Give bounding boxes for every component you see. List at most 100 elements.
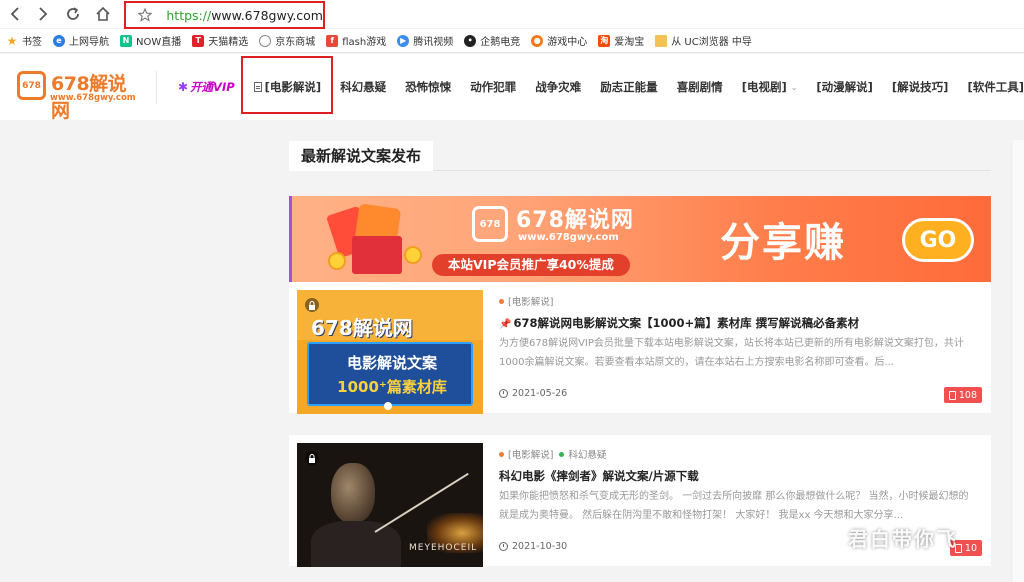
menu-item-war[interactable]: 战争灾难 [535,79,581,95]
bookmark-item[interactable]: 淘 爱淘宝 [598,33,644,48]
lock-icon [305,451,319,465]
category-dot-icon [559,451,565,457]
clock-icon [499,542,508,551]
reload-button[interactable] [62,3,84,25]
forward-button[interactable] [32,3,54,25]
menu-item-action[interactable]: 动作犯罪 [470,79,516,95]
post-count-text: 108 [958,389,977,401]
logo-subtitle: www.678gwy.com [50,93,136,103]
menu-item-tv[interactable]: [电视剧] ⌄ [742,79,798,95]
bookmark-label: 上网导航 [69,37,109,48]
sparkle-icon: ✱ [178,80,189,94]
chevron-left-icon [10,7,19,21]
browser-toolbar: https://www.678gwy.com [0,0,1024,29]
post-count-badge: 108 [943,387,982,403]
banner-go-button[interactable]: GO [902,218,974,262]
thumbnail-line: 电影解说文案 [346,354,437,372]
category-label[interactable]: [电影解说] [508,447,553,461]
bookmark-item[interactable]: ▶ 腾讯视频 [397,33,453,48]
thumbnail-panel: 电影解说文案 1000⁺篇素材库 [307,342,473,406]
bookmark-item[interactable]: T 天猫精选 [192,33,248,48]
flash-icon: f [326,34,339,47]
address-bar[interactable]: https://www.678gwy.com [124,1,325,29]
star-icon: ★ [6,33,18,48]
menu-item-scifi[interactable]: 科幻悬疑 [340,79,386,95]
post-categories: [电影解说] 科幻悬疑 [499,447,606,461]
chevron-down-icon: ⌄ [790,82,798,92]
menu-item-vip[interactable]: ✱ 开通VIP [178,79,235,95]
wechat-icon [816,527,842,548]
subcategory-label[interactable]: 科幻悬疑 [568,447,606,461]
bookmark-item[interactable]: 从 UC浏览器 中导 [655,33,752,48]
thumbnail-title: 678解说网 [311,316,413,340]
home-icon [96,6,110,21]
menu-item-tools[interactable]: [软件工具] [967,79,1024,95]
post-date-text: 2021-05-26 [512,388,568,399]
post-category[interactable]: [电影解说] [499,294,553,308]
url-scheme: https:// [166,7,212,23]
bookmark-label: 天猫精选 [208,37,249,48]
logo-mark: 678 [17,71,46,100]
bookmark-label: NOW直播 [136,37,182,48]
post-thumbnail[interactable]: 678解说网 电影解说文案 1000⁺篇素材库 [297,290,483,414]
address-url[interactable]: https://www.678gwy.com [166,8,323,23]
clock-icon [499,389,508,398]
bookmarks-bar: ★ 书签 e 上网导航 N NOW直播 T 天猫精选 京东商城 f flash游… [0,29,1024,53]
post-thumbnail[interactable]: MEYEHOCEIL [297,443,483,567]
menu-item-anime[interactable]: [动漫解说] [816,79,873,95]
category-label: [电影解说] [508,297,554,308]
menu-item-label: 开通VIP [190,80,235,94]
post-excerpt: 为方便678解说网VIP会员批量下载本站电影解说文案，站长将本站已更新的所有电影… [499,338,964,368]
tmall-icon: T [192,34,205,47]
header-divider [156,71,157,104]
home-button[interactable] [92,3,114,25]
watermark: 君白带你飞 [816,523,958,552]
globe-icon [259,34,272,47]
bookmark-label: 书签 [22,37,42,48]
now-live-icon: N [120,34,132,47]
thumbnail-caption: MEYEHOCEIL [409,543,478,553]
banner-logo-mark: 678 [472,206,508,242]
browser-e-icon: e [53,34,65,47]
thumbnail-line: 1000⁺篇素材库 [337,378,447,396]
menu-item-inspire[interactable]: 励志正能量 [600,79,658,95]
banner-logo-subtitle: www.678gwy.com [518,232,619,243]
pin-icon: 📌 [499,319,512,330]
bookmark-item[interactable]: ● 游戏中心 [531,33,587,48]
bookmark-label: 从 UC浏览器 中导 [671,37,752,48]
reload-icon [67,7,79,20]
bookmark-item[interactable]: f flash游戏 [326,33,386,48]
bookmark-item[interactable]: ★ 书签 [6,33,42,49]
bookmark-label: 游戏中心 [547,37,588,48]
chevron-right-icon [39,7,48,21]
bookmark-star-icon[interactable] [138,7,153,23]
post-title[interactable]: 📌 678解说网电影解说文案【1000+篇】素材库 撰写解说稿必备素材 [499,315,859,331]
bookmark-label: 腾讯视频 [413,37,454,48]
back-button[interactable] [4,3,26,25]
site-header: 678 678解说网 www.678gwy.com ✱ 开通VIP [电影解说]… [0,54,1024,122]
penguin-icon: • [464,34,477,47]
watermark-text: 君白带你飞 [848,527,958,551]
promo-banner[interactable]: 678 678解说网 www.678gwy.com 本站VIP会员推广享40%提… [289,196,991,282]
post-date: 2021-05-26 [499,388,567,399]
taobao-icon: 淘 [598,34,611,47]
banner-promo-text: 本站VIP会员推广享40%提成 [432,254,630,276]
site-logo[interactable]: 678 678解说网 www.678gwy.com [17,69,142,122]
bookmark-item[interactable]: • 企鹅电竞 [464,33,520,48]
banner-slogan: 分享赚 [720,220,846,266]
menu-item-tips[interactable]: [解说技巧] [892,79,949,95]
folder-icon [655,34,668,47]
sidebar-edge [1013,140,1024,582]
carousel-dot [384,402,392,410]
url-host: www.678gwy.com [211,7,323,23]
bookmark-item[interactable]: e 上网导航 [53,33,109,48]
post-title[interactable]: 科幻电影《摔剑者》解说文案/片源下载 [499,468,699,484]
post-date-text: 2021-10-30 [512,541,568,552]
menu-item-horror[interactable]: 恐怖惊悚 [405,79,451,95]
bookmark-item[interactable]: 京东商城 [259,33,315,48]
category-dot-icon [499,298,504,304]
menu-item-comedy[interactable]: 喜剧剧情 [677,79,723,95]
section-title: 最新解说文案发布 [289,141,434,171]
bookmark-item[interactable]: N NOW直播 [120,33,181,48]
thumbnail-body [311,521,401,567]
